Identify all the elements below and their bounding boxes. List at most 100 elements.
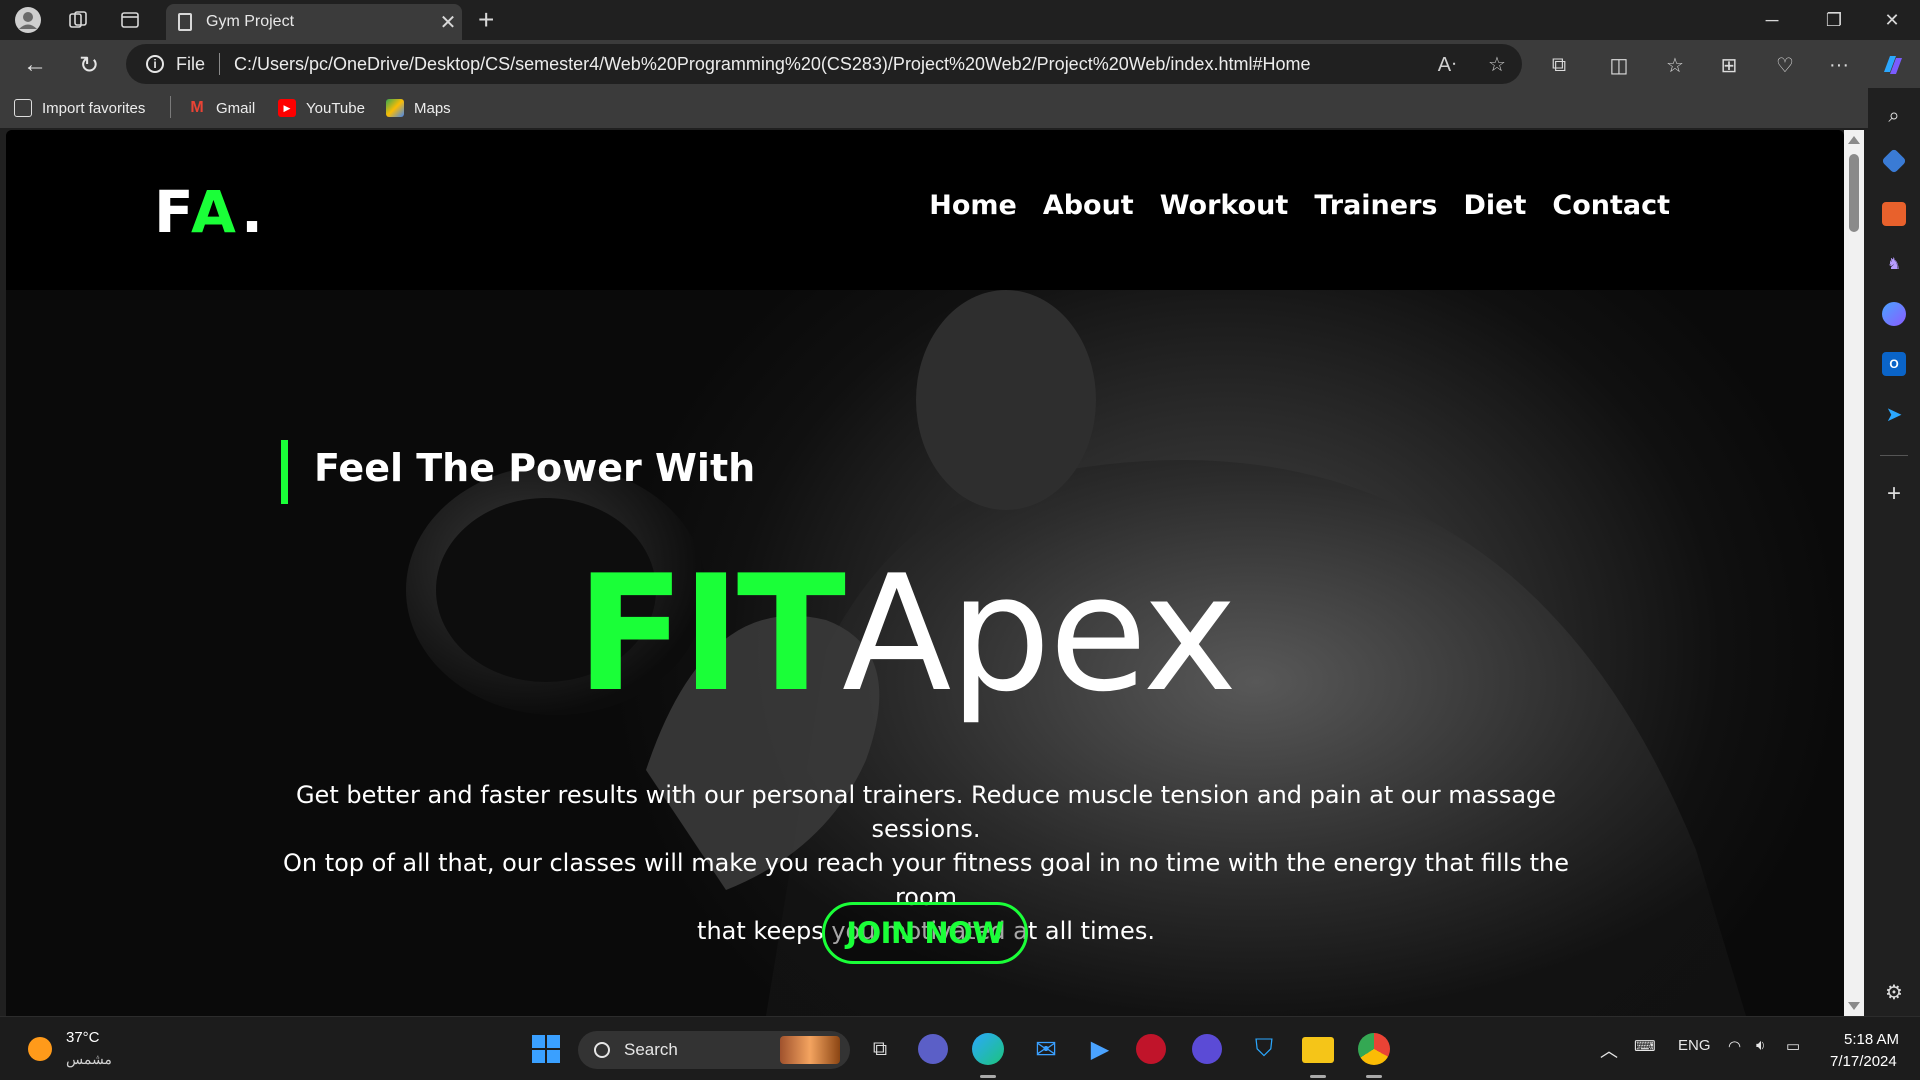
sun-icon[interactable] bbox=[28, 1037, 52, 1061]
browser-tab-strip: Gym Project ✕ + ─ ❐ ✕ bbox=[0, 0, 1920, 40]
collections-icon[interactable]: ⊞ bbox=[1714, 50, 1744, 80]
tab-title: Gym Project bbox=[206, 13, 295, 30]
url-text[interactable]: C:/Users/pc/OneDrive/Desktop/CS/semester… bbox=[234, 54, 1422, 75]
profile-icon[interactable] bbox=[14, 6, 42, 34]
office-icon[interactable] bbox=[1882, 302, 1906, 326]
edge-sidebar: ⌕ ♞ O ➤ + ⚙ bbox=[1868, 88, 1920, 1016]
scroll-up-arrow-icon[interactable] bbox=[1848, 136, 1860, 144]
clock-date[interactable]: 7/17/2024 bbox=[1830, 1053, 1897, 1070]
read-aloud-icon[interactable]: A͏ᐧ bbox=[1422, 52, 1472, 77]
minimize-icon[interactable]: ─ bbox=[1744, 4, 1800, 36]
description-line: Get better and faster results with our p… bbox=[295, 781, 1557, 843]
nav-contact[interactable]: Contact bbox=[1552, 190, 1670, 221]
youtube-icon: ▶ bbox=[278, 99, 296, 117]
wifi-icon[interactable]: ◠ bbox=[1728, 1037, 1741, 1055]
nav-diet[interactable]: Diet bbox=[1463, 190, 1526, 221]
task-view-icon[interactable]: ⧉ bbox=[862, 1031, 898, 1067]
send-icon[interactable]: ➤ bbox=[1882, 402, 1906, 426]
info-icon[interactable]: i bbox=[146, 55, 164, 73]
join-now-button[interactable]: JOIN NOW bbox=[822, 902, 1028, 964]
clock-time[interactable]: 5:18 AM bbox=[1844, 1031, 1899, 1048]
start-windows-icon[interactable] bbox=[528, 1031, 564, 1067]
page-scrollbar[interactable] bbox=[1844, 130, 1864, 1016]
favorite-label: Import favorites bbox=[42, 99, 146, 117]
outlook-icon[interactable]: O bbox=[1882, 352, 1906, 376]
url-scheme-label: File bbox=[176, 53, 206, 74]
defender-icon[interactable]: ⛉ bbox=[1246, 1031, 1282, 1067]
nav-about[interactable]: About bbox=[1043, 190, 1134, 221]
chrome-active-indicator bbox=[1366, 1075, 1382, 1078]
favorite-maps[interactable]: Maps bbox=[386, 96, 451, 120]
weather-temperature[interactable]: 37°C bbox=[66, 1029, 100, 1046]
nav-home[interactable]: Home bbox=[929, 190, 1017, 221]
file-explorer-icon[interactable] bbox=[1302, 1037, 1334, 1063]
chrome-icon[interactable] bbox=[1358, 1033, 1390, 1065]
active-tab[interactable]: Gym Project ✕ bbox=[166, 4, 462, 40]
more-options-icon[interactable]: ··· bbox=[1824, 50, 1854, 80]
search-icon[interactable]: ⌕ bbox=[1882, 104, 1906, 128]
search-icon bbox=[594, 1042, 610, 1058]
scroll-thumb[interactable] bbox=[1849, 154, 1859, 232]
browser-toolbar: ← ↻ i File C:/Users/pc/OneDrive/Desktop/… bbox=[0, 40, 1920, 88]
main-nav: Home About Workout Trainers Diet Contact bbox=[929, 190, 1670, 221]
split-screen-icon[interactable]: ◫ bbox=[1604, 50, 1634, 80]
language-indicator[interactable]: ENG bbox=[1678, 1037, 1711, 1054]
import-icon bbox=[14, 99, 32, 117]
brand-apex: Apex bbox=[841, 540, 1237, 727]
favorites-icon[interactable]: ☆ bbox=[1660, 50, 1690, 80]
copilot-icon[interactable] bbox=[1878, 50, 1908, 80]
browser-essentials-icon[interactable]: ♡ bbox=[1770, 50, 1800, 80]
edge-active-indicator bbox=[980, 1075, 996, 1078]
tools-icon[interactable] bbox=[1882, 202, 1906, 226]
address-divider bbox=[219, 53, 221, 75]
favorite-youtube[interactable]: ▶ YouTube bbox=[278, 96, 365, 120]
settings-gear-icon[interactable]: ⚙ bbox=[1882, 980, 1906, 1004]
gmail-icon: M bbox=[190, 99, 204, 116]
tab-actions-icon[interactable] bbox=[116, 6, 144, 34]
favorite-label: YouTube bbox=[306, 99, 365, 117]
taskbar-search[interactable]: Search bbox=[578, 1031, 850, 1069]
search-label: Search bbox=[624, 1040, 678, 1059]
sidebar-divider bbox=[1880, 455, 1908, 456]
workspaces-icon[interactable] bbox=[64, 6, 92, 34]
logo-letter-a: A bbox=[190, 178, 241, 246]
site-logo[interactable]: FA. bbox=[154, 178, 267, 246]
mail-icon[interactable]: ✉ bbox=[1028, 1031, 1064, 1067]
games-icon[interactable]: ♞ bbox=[1882, 252, 1906, 276]
address-bar[interactable]: i File C:/Users/pc/OneDrive/Desktop/CS/s… bbox=[126, 44, 1522, 84]
windows-taskbar: 37°C مشمس Search ⧉ ✉ ▶ ⛉ ︿ ⌨ ENG ◠ 🔉︎ ▭ … bbox=[0, 1016, 1920, 1080]
nav-workout[interactable]: Workout bbox=[1160, 190, 1289, 221]
new-tab-icon[interactable]: + bbox=[478, 4, 494, 36]
scroll-down-arrow-icon[interactable] bbox=[1848, 1002, 1860, 1010]
extensions-icon[interactable]: ⧉ bbox=[1544, 50, 1574, 80]
maps-icon bbox=[386, 99, 404, 117]
logo-letter-f: F bbox=[154, 178, 191, 246]
close-tab-icon[interactable]: ✕ bbox=[434, 10, 462, 35]
add-icon[interactable]: + bbox=[1882, 480, 1906, 507]
volume-icon[interactable]: 🔉︎ bbox=[1756, 1037, 1765, 1054]
window-close-icon[interactable]: ✕ bbox=[1864, 4, 1920, 36]
security-app-icon[interactable] bbox=[1136, 1034, 1166, 1064]
favorite-star-icon[interactable]: ☆ bbox=[1472, 52, 1522, 77]
page-icon bbox=[178, 13, 192, 31]
tagline-accent-bar bbox=[281, 440, 288, 504]
favorite-import[interactable]: Import favorites bbox=[14, 96, 145, 120]
shopping-tag-icon[interactable] bbox=[1881, 148, 1907, 174]
copilot-app-icon[interactable]: ▶ bbox=[1082, 1031, 1118, 1067]
battery-icon[interactable]: ▭ bbox=[1786, 1037, 1800, 1055]
show-hidden-icons-chevron-icon[interactable]: ︿ bbox=[1600, 1037, 1618, 1063]
weather-condition[interactable]: مشمس bbox=[66, 1051, 112, 1068]
chat-icon[interactable] bbox=[918, 1034, 948, 1064]
favorite-gmail[interactable]: M Gmail bbox=[188, 96, 255, 120]
edge-browser-icon[interactable] bbox=[972, 1033, 1004, 1065]
keyboard-icon[interactable]: ⌨ bbox=[1634, 1037, 1656, 1055]
vpn-app-icon[interactable] bbox=[1192, 1034, 1222, 1064]
hero-section: Feel The Power With FIT Apex Get better a… bbox=[6, 290, 1844, 1016]
search-highlight-image bbox=[780, 1036, 840, 1064]
page-viewport: FA. Home About Workout Trainers Diet Con… bbox=[6, 130, 1844, 1016]
hero-tagline: Feel The Power With bbox=[314, 446, 756, 490]
nav-trainers[interactable]: Trainers bbox=[1314, 190, 1437, 221]
refresh-icon[interactable]: ↻ bbox=[72, 48, 106, 82]
restore-icon[interactable]: ❐ bbox=[1806, 4, 1862, 36]
back-icon[interactable]: ← bbox=[18, 48, 52, 82]
